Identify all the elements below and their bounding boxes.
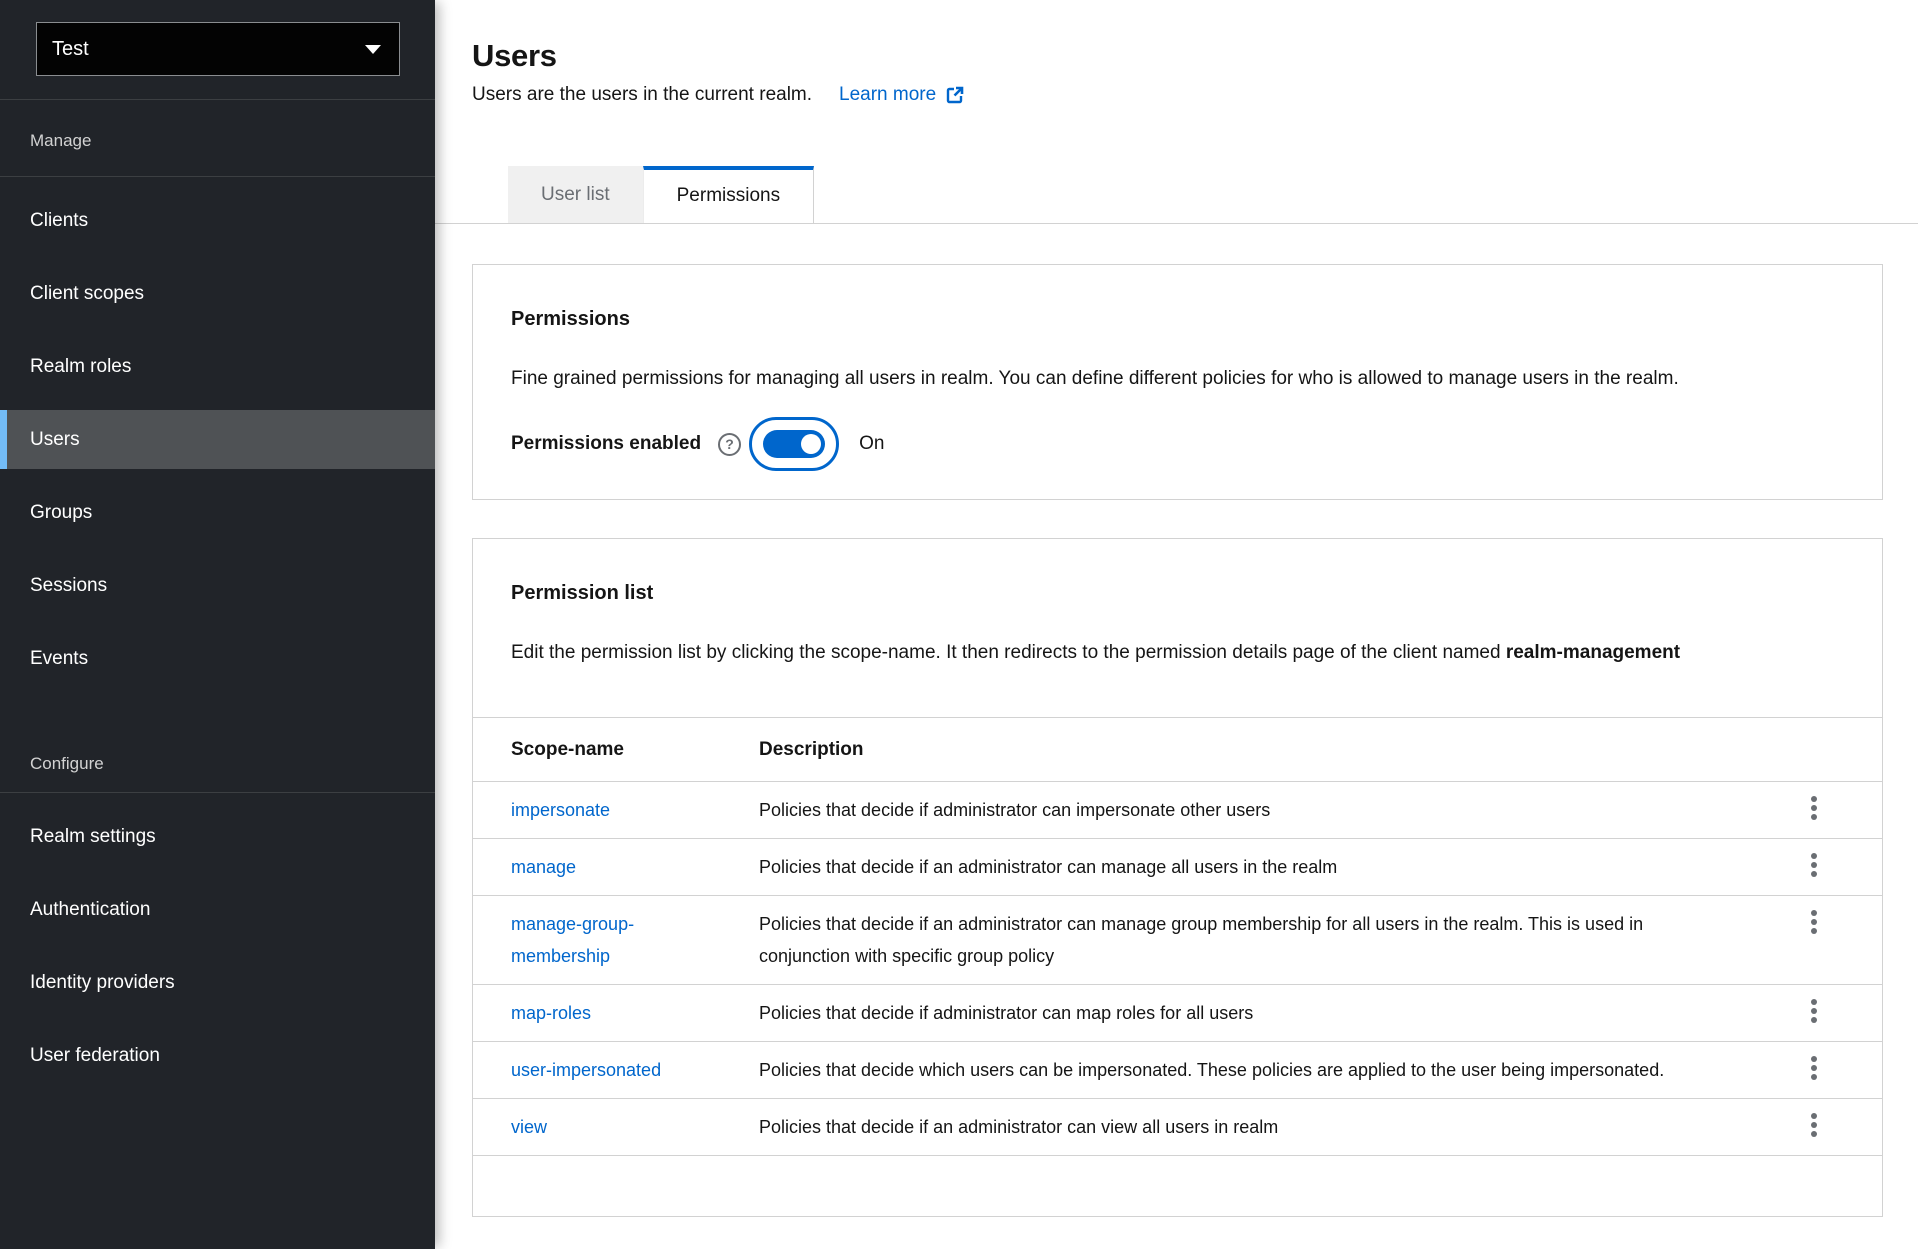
tab-user-list[interactable]: User list xyxy=(508,166,643,223)
kebab-menu-icon xyxy=(1811,1065,1817,1071)
permissions-card-title: Permissions xyxy=(511,307,1844,331)
kebab-menu-button[interactable] xyxy=(1792,993,1836,1029)
kebab-menu-icon xyxy=(1811,1008,1817,1014)
scope-link-view[interactable]: view xyxy=(511,1117,547,1137)
column-header-description: Description xyxy=(759,718,1757,782)
main-content: Users Users are the users in the current… xyxy=(435,0,1918,1249)
kebab-menu-icon xyxy=(1811,1122,1817,1128)
sidebar-item-client-scopes[interactable]: Client scopes xyxy=(0,264,435,323)
permissions-card-description: Fine grained permissions for managing al… xyxy=(511,361,1696,397)
kebab-menu-button[interactable] xyxy=(1792,847,1836,883)
client-name-bold: realm-management xyxy=(1506,642,1680,663)
kebab-menu-button[interactable] xyxy=(1792,904,1836,940)
external-link-icon xyxy=(945,85,965,105)
kebab-menu-icon xyxy=(1811,805,1817,811)
permission-list-title: Permission list xyxy=(511,581,1844,605)
scope-description: Policies that decide if an administrator… xyxy=(759,908,1744,972)
chevron-down-icon xyxy=(365,45,381,54)
tab-bar: User list Permissions xyxy=(435,166,1918,224)
sidebar-item-groups[interactable]: Groups xyxy=(0,483,435,542)
sidebar-item-realm-roles[interactable]: Realm roles xyxy=(0,337,435,396)
table-row: manage Policies that decide if an admini… xyxy=(473,839,1882,896)
permissions-card: Permissions Fine grained permissions for… xyxy=(472,264,1883,500)
realm-selector-value: Test xyxy=(52,38,89,61)
learn-more-link[interactable]: Learn more xyxy=(839,81,965,108)
sidebar-item-sessions[interactable]: Sessions xyxy=(0,556,435,615)
table-header-row: Scope-name Description xyxy=(473,718,1882,782)
permissions-enabled-row: Permissions enabled On xyxy=(511,417,1844,471)
scope-description: Policies that decide if administrator ca… xyxy=(759,794,1744,826)
table-row: view Policies that decide if an administ… xyxy=(473,1099,1882,1156)
kebab-menu-button[interactable] xyxy=(1792,790,1836,826)
page-subtitle: Users are the users in the current realm… xyxy=(472,81,812,108)
table-row: impersonate Policies that decide if admi… xyxy=(473,782,1882,839)
page-title: Users xyxy=(472,36,1883,76)
table-row: user-impersonated Policies that decide w… xyxy=(473,1042,1882,1099)
nav-section-configure: Configure Realm settings Authentication … xyxy=(0,736,435,1085)
sidebar-item-realm-settings[interactable]: Realm settings xyxy=(0,807,435,866)
app-window: Test Manage Clients Client scopes Realm … xyxy=(0,0,1918,1249)
tab-permissions[interactable]: Permissions xyxy=(643,166,814,223)
permissions-enabled-toggle[interactable] xyxy=(749,417,839,471)
sidebar-item-events[interactable]: Events xyxy=(0,629,435,688)
scope-description: Policies that decide if administrator ca… xyxy=(759,997,1744,1029)
scope-description: Policies that decide if an administrator… xyxy=(759,851,1744,883)
sidebar-item-users[interactable]: Users xyxy=(0,410,435,469)
scope-link-impersonate[interactable]: impersonate xyxy=(511,800,610,820)
realm-selector-dropdown[interactable]: Test xyxy=(36,22,400,76)
permission-table: Scope-name Description impersonate Polic… xyxy=(473,717,1882,1156)
scope-description: Policies that decide if an administrator… xyxy=(759,1111,1744,1143)
learn-more-label: Learn more xyxy=(839,81,936,108)
toggle-track xyxy=(763,430,825,458)
scope-link-map-roles[interactable]: map-roles xyxy=(511,1003,591,1023)
table-row: map-roles Policies that decide if admini… xyxy=(473,985,1882,1042)
scope-link-manage-group-membership[interactable]: manage-group-membership xyxy=(511,914,634,966)
sidebar-item-identity-providers[interactable]: Identity providers xyxy=(0,953,435,1012)
sidebar: Test Manage Clients Client scopes Realm … xyxy=(0,0,435,1249)
nav-section-manage: Manage Clients Client scopes Realm roles… xyxy=(0,100,435,688)
column-header-actions xyxy=(1757,718,1882,782)
sidebar-nav: Manage Clients Client scopes Realm roles… xyxy=(0,99,435,1085)
column-header-scope-name: Scope-name xyxy=(473,718,759,782)
kebab-menu-icon xyxy=(1811,862,1817,868)
table-row: manage-group-membership Policies that de… xyxy=(473,896,1882,985)
permission-list-description: Edit the permission list by clicking the… xyxy=(511,635,1696,671)
scope-description: Policies that decide which users can be … xyxy=(759,1054,1744,1086)
permission-list-card: Permission list Edit the permission list… xyxy=(472,538,1883,1217)
nav-section-title-manage: Manage xyxy=(0,100,435,177)
sidebar-item-clients[interactable]: Clients xyxy=(0,191,435,250)
scope-link-user-impersonated[interactable]: user-impersonated xyxy=(511,1060,661,1080)
kebab-menu-button[interactable] xyxy=(1792,1050,1836,1086)
toggle-state-label: On xyxy=(859,433,884,455)
scope-link-manage[interactable]: manage xyxy=(511,857,576,877)
nav-section-title-configure: Configure xyxy=(0,736,435,793)
kebab-menu-button[interactable] xyxy=(1792,1107,1836,1143)
permissions-enabled-label: Permissions enabled xyxy=(511,433,701,455)
toggle-knob xyxy=(801,434,821,454)
kebab-menu-icon xyxy=(1811,919,1817,925)
sidebar-item-user-federation[interactable]: User federation xyxy=(0,1026,435,1085)
help-icon[interactable] xyxy=(718,433,741,456)
sidebar-item-authentication[interactable]: Authentication xyxy=(0,880,435,939)
